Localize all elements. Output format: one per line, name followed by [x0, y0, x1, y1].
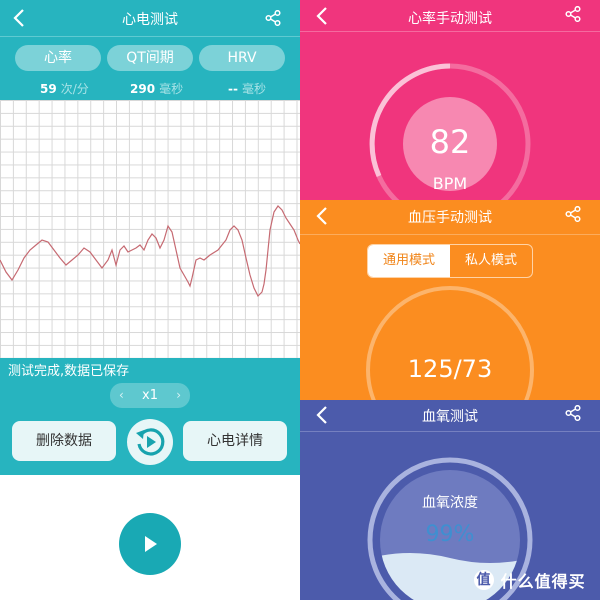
- share-icon[interactable]: [265, 9, 281, 30]
- header-divider: [0, 36, 300, 37]
- metric-tab-heart-rate[interactable]: 心率: [15, 45, 101, 71]
- heart-rate-gauge: [369, 63, 531, 200]
- replay-icon: [136, 428, 165, 456]
- qt-interval-readout: 290 毫秒: [130, 82, 184, 96]
- hrv-readout: -- 毫秒: [228, 82, 266, 96]
- watermark-text: 什么值得买: [500, 572, 586, 591]
- heart-rate-value: 82: [429, 123, 471, 161]
- heart-rate-unit: BPM: [432, 174, 468, 193]
- status-text: 测试完成,数据已保存: [8, 364, 130, 379]
- zoom-next-icon[interactable]: ›: [176, 383, 181, 408]
- blood-pressure-screen: 血压手动测试 通用模式 私人模式 125/73: [300, 200, 600, 400]
- blood-pressure-value: 125/73: [407, 355, 493, 383]
- delete-data-button[interactable]: 删除数据: [12, 421, 116, 461]
- metric-tab-hrv[interactable]: HRV: [199, 45, 285, 71]
- ecg-details-button[interactable]: 心电详情: [183, 421, 287, 461]
- blood-oxygen-label: 血氧浓度: [422, 495, 478, 511]
- metric-tab-qt-interval[interactable]: QT间期: [107, 45, 193, 71]
- heart-rate-readout: 59 次/分: [40, 82, 89, 96]
- zoom-control[interactable]: ‹ x1 ›: [110, 383, 190, 408]
- watermark-icon: 值: [474, 570, 494, 590]
- page-title: 心电测试: [122, 12, 178, 28]
- ecg-waveform: [0, 205, 300, 298]
- zoom-value: x1: [142, 388, 158, 403]
- heart-rate-screen: 心率手动测试 82 BPM: [300, 0, 600, 200]
- ecg-screen: 心电测试 心率 QT间期 HRV 59 次/分 290 毫秒 -- 毫秒 测试完成,数…: [0, 0, 300, 600]
- start-button[interactable]: [119, 513, 181, 575]
- replay-button[interactable]: [127, 419, 173, 465]
- blood-oxygen-screen: 血氧测试 血氧浓度 99% 值 什么值得买: [300, 400, 600, 600]
- play-icon: [145, 536, 157, 552]
- watermark-logo: 值 什么值得买: [474, 568, 586, 592]
- blood-oxygen-value: 99%: [425, 522, 475, 547]
- zoom-prev-icon[interactable]: ‹: [119, 383, 124, 408]
